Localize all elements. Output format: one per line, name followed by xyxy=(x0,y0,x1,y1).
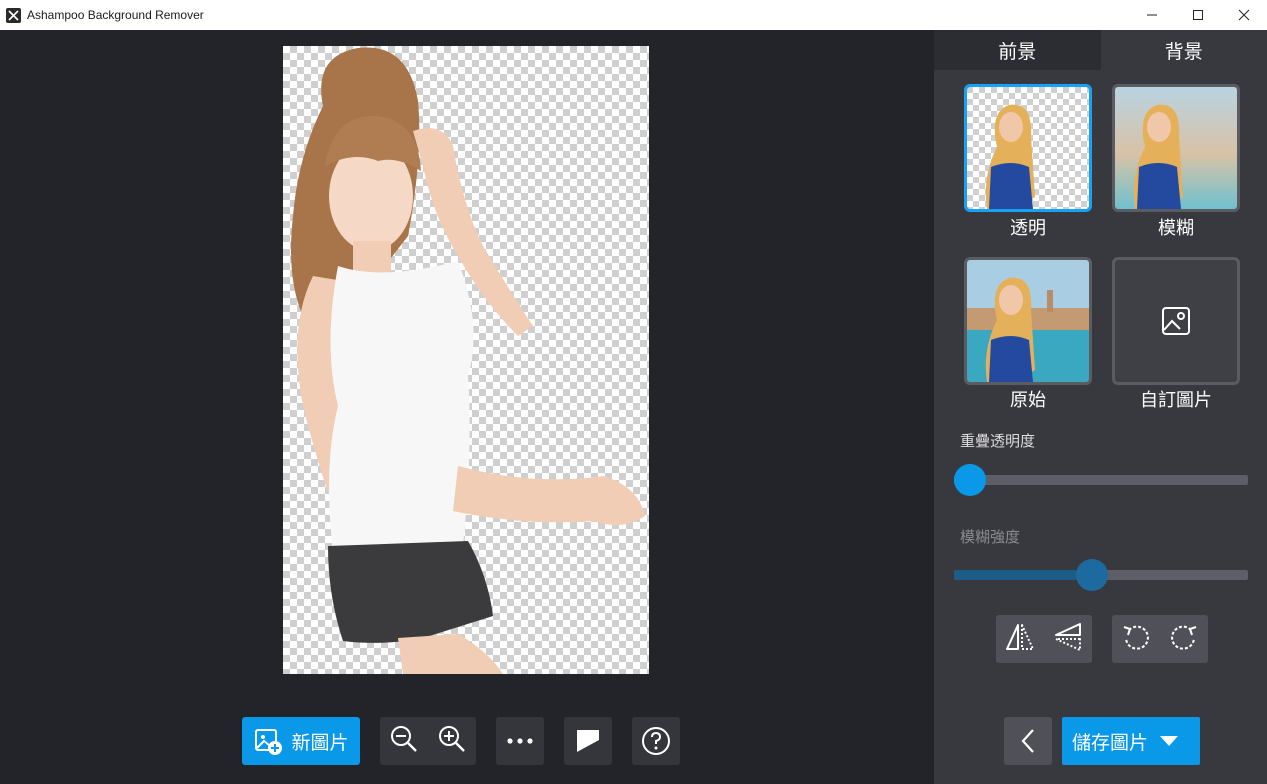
zoom-out-icon xyxy=(391,726,417,752)
add-image-icon xyxy=(255,729,283,755)
transparent-preview xyxy=(967,87,1089,209)
bg-option-custom[interactable] xyxy=(1112,257,1240,385)
image-preview[interactable] xyxy=(283,46,649,674)
app-logo-icon xyxy=(6,7,21,23)
help-icon xyxy=(642,727,670,755)
title-bar: Ashampoo Background Remover xyxy=(0,0,1267,30)
rotate-left-icon xyxy=(1123,625,1149,650)
bg-option-label: 模糊 xyxy=(1158,218,1194,239)
flip-group xyxy=(996,615,1092,663)
window-title: Ashampoo Background Remover xyxy=(27,8,204,22)
compare-button[interactable] xyxy=(564,717,612,765)
save-image-label: 儲存圖片 xyxy=(1072,731,1149,754)
chevron-left-icon xyxy=(1021,729,1034,753)
bg-option-label: 透明 xyxy=(1010,218,1046,239)
canvas-area: 新圖片 xyxy=(0,30,934,784)
flip-vertical-icon xyxy=(1055,623,1081,651)
tab-bar: 前景 背景 xyxy=(934,30,1267,70)
overlay-opacity-label: 重疊透明度 xyxy=(960,432,1036,450)
close-button[interactable] xyxy=(1221,0,1267,30)
rotate-right-icon xyxy=(1171,625,1197,650)
tab-foreground[interactable]: 前景 xyxy=(934,30,1101,70)
bg-option-blur[interactable] xyxy=(1112,84,1240,212)
settings-panel: 前景 背景 透明 模糊 原始 自訂圖片 重疊透明度 模糊強度 儲存圖片 xyxy=(934,30,1267,784)
maximize-icon xyxy=(1193,10,1203,20)
bg-option-label: 自訂圖片 xyxy=(1140,390,1212,411)
zoom-group xyxy=(380,717,476,765)
back-button[interactable] xyxy=(1004,717,1052,765)
flip-vertical-button[interactable] xyxy=(1052,621,1084,657)
blur-strength-knob[interactable] xyxy=(1076,559,1108,591)
blur-strength-fill xyxy=(954,570,1092,580)
rotate-right-button[interactable] xyxy=(1168,621,1200,657)
minimize-icon xyxy=(1147,14,1157,16)
flip-horizontal-button[interactable] xyxy=(1004,621,1036,657)
new-image-button[interactable]: 新圖片 xyxy=(242,717,360,765)
blur-strength-label: 模糊強度 xyxy=(960,528,1021,546)
minimize-button[interactable] xyxy=(1129,0,1175,30)
dropdown-arrow-icon xyxy=(1160,736,1179,746)
overlay-opacity-track[interactable] xyxy=(954,475,1248,485)
compare-icon xyxy=(577,730,599,752)
new-image-label: 新圖片 xyxy=(291,731,349,754)
rotate-group xyxy=(1112,615,1208,663)
zoom-out-button[interactable] xyxy=(389,724,419,758)
overlay-opacity-knob[interactable] xyxy=(954,464,986,496)
more-icon xyxy=(507,738,533,744)
help-button[interactable] xyxy=(632,717,680,765)
close-icon xyxy=(1238,9,1250,21)
save-image-button[interactable]: 儲存圖片 xyxy=(1062,717,1200,765)
zoom-in-icon xyxy=(439,726,465,752)
image-icon xyxy=(1162,307,1190,335)
maximize-button[interactable] xyxy=(1175,0,1221,30)
tab-background[interactable]: 背景 xyxy=(1101,30,1267,70)
bg-option-original[interactable] xyxy=(964,257,1092,385)
bg-option-transparent[interactable] xyxy=(964,84,1092,212)
subject-illustration xyxy=(291,47,645,674)
original-preview xyxy=(967,260,1089,382)
more-button[interactable] xyxy=(496,717,544,765)
zoom-in-button[interactable] xyxy=(437,724,467,758)
blur-preview xyxy=(1115,87,1237,209)
bg-option-label: 原始 xyxy=(1010,390,1046,411)
flip-horizontal-icon xyxy=(1006,624,1034,650)
rotate-left-button[interactable] xyxy=(1120,621,1152,657)
